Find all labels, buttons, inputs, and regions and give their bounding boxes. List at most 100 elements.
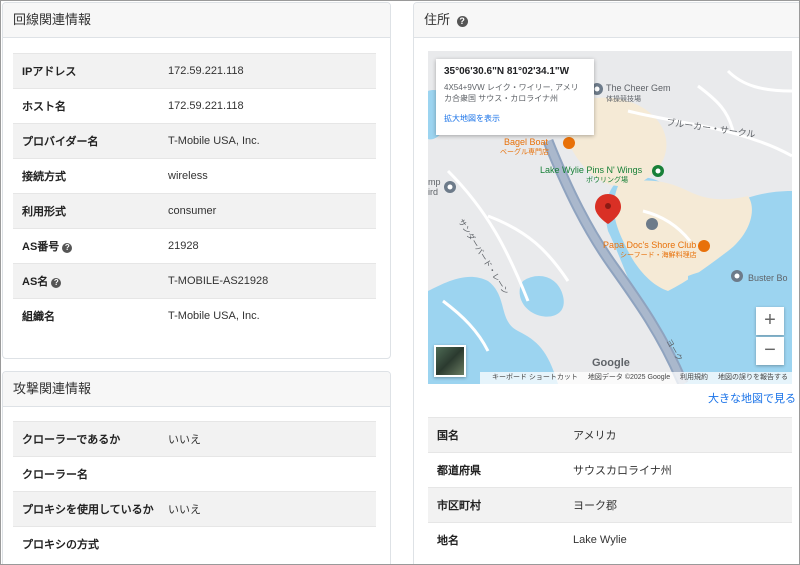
row-value: 172.59.221.118 <box>168 88 376 124</box>
row-value: いいえ <box>168 421 376 457</box>
table-row: IPアドレス 172.59.221.118 <box>13 53 376 89</box>
address-header: 住所 ? <box>414 3 799 38</box>
map-label-cheer-gem: The Cheer Gem <box>606 83 671 93</box>
row-value: ヨーク郡 <box>573 487 792 523</box>
row-label: 地名 <box>428 522 573 558</box>
row-label-text: IPアドレス <box>22 66 77 78</box>
poi-bagel-boat[interactable] <box>563 137 575 149</box>
table-row: プロキシの方式 <box>13 526 376 562</box>
row-label: 都道府県 <box>428 452 573 488</box>
map-data-text: 地図データ ©2025 Google <box>587 374 671 381</box>
row-label: 接続方式 <box>13 158 168 194</box>
address-table: 国名 アメリカ都道府県 サウスカロライナ州市区町村 ヨーク郡 地名 Lake Wylie <box>428 417 792 558</box>
satellite-toggle[interactable] <box>434 345 466 377</box>
row-value <box>168 526 376 562</box>
row-label: クローラー名 <box>13 456 168 492</box>
map-label-bagel-boat: Bagel Boat <box>504 137 549 147</box>
map[interactable]: The Cheer Gem 体操競技場 Bagel Boat ベーグル専門店 L… <box>428 51 792 384</box>
row-label: IPアドレス <box>13 53 168 89</box>
row-value: サウスカロライナ州 <box>573 452 792 488</box>
row-label-text: プロバイダー名 <box>22 136 99 148</box>
row-label: AS番号? <box>13 228 168 264</box>
row-label-text: 利用形式 <box>22 206 66 218</box>
table-row: クローラーであるか いいえ <box>13 421 376 457</box>
report-error-link[interactable]: 地図の誤りを報告する <box>718 374 788 381</box>
row-label-text: AS番号 <box>22 241 60 253</box>
row-value: T-Mobile USA, Inc. <box>168 123 376 159</box>
row-value: 21928 <box>168 228 376 264</box>
row-label: プロバイダー名 <box>13 123 168 159</box>
row-label-text: 接続方式 <box>22 171 66 183</box>
row-label-text: ホスト名 <box>22 101 66 113</box>
row-value: いいえ <box>168 491 376 527</box>
row-label: 国名 <box>428 417 573 453</box>
line-info-table: IPアドレス 172.59.221.118 ホスト名 172.59.221.118 プロ… <box>13 53 376 334</box>
zoom-in-button[interactable]: + <box>756 307 784 335</box>
help-icon[interactable]: ? <box>62 243 73 253</box>
table-row: 組織名 T-Mobile USA, Inc. <box>13 298 376 334</box>
zoom-out-button[interactable]: − <box>756 337 784 365</box>
help-icon[interactable]: ? <box>51 278 62 288</box>
table-row: 接続方式 wireless <box>13 158 376 194</box>
map-address: 4X54+9VW レイク・ワイリー, アメリカ合衆国 サウス・カロライナ州 <box>444 83 579 103</box>
row-label: プロキシを使用しているか <box>13 491 168 527</box>
address-title: 住所 <box>424 12 451 27</box>
row-value: T-MOBILE-AS21928 <box>168 263 376 299</box>
table-row: 地名 Lake Wylie <box>428 522 792 558</box>
row-label-text: クローラーであるか <box>22 434 121 446</box>
attack-info-table: クローラーであるか いいえ クローラー名 プロキシを使用しているか いいえ プロキシの方式 <box>13 421 376 562</box>
row-label-text: プロキシを使用しているか <box>22 504 154 516</box>
svg-text:ボウリング場: ボウリング場 <box>586 175 628 184</box>
attack-info-header: 攻撃関連情報 <box>3 372 390 407</box>
line-info-header: 回線関連情報 <box>3 3 390 38</box>
map-coords: 35°06'30.6"N 81°02'34.1"W <box>444 66 570 77</box>
table-row: 国名 アメリカ <box>428 417 792 453</box>
bigger-map-link[interactable]: 大きな地図で見る <box>708 390 796 406</box>
terms-link[interactable]: 利用規約 <box>680 374 708 381</box>
table-row: AS名? T-MOBILE-AS21928 <box>13 263 376 299</box>
view-larger-map-link[interactable]: 拡大地図を表示 <box>444 113 586 124</box>
row-value <box>168 456 376 492</box>
map-info-card: 35°06'30.6"N 81°02'34.1"W 4X54+9VW レイク・ワ… <box>436 59 594 135</box>
table-row: 市区町村 ヨーク郡 <box>428 487 792 523</box>
map-attribution: キーボード ショートカット 地図データ ©2025 Google 利用規約 地図… <box>479 372 792 384</box>
poi-papa-docs[interactable] <box>698 240 710 252</box>
row-value: consumer <box>168 193 376 229</box>
svg-text:mp: mp <box>428 177 441 187</box>
svg-text:Buster Bo: Buster Bo <box>748 273 788 283</box>
row-label-text: 市区町村 <box>437 500 481 512</box>
page: 回線関連情報 IPアドレス 172.59.221.118 ホスト名 172.59.22… <box>0 0 800 565</box>
row-label-text: プロキシの方式 <box>22 539 99 552</box>
row-value: T-Mobile USA, Inc. <box>168 298 376 334</box>
map-label-papa-docs: Papa Doc's Shore Club <box>603 240 696 250</box>
line-info-panel: 回線関連情報 IPアドレス 172.59.221.118 ホスト名 172.59.22… <box>2 2 391 359</box>
row-label-text: 組織名 <box>22 311 55 324</box>
row-value: wireless <box>168 158 376 194</box>
svg-text:ird: ird <box>428 187 438 197</box>
row-label: AS名? <box>13 263 168 299</box>
row-label-text: クローラー名 <box>22 469 88 481</box>
row-label: 組織名 <box>13 298 168 334</box>
row-value: 172.59.221.118 <box>168 53 376 89</box>
svg-text:ベーグル専門店: ベーグル専門店 <box>500 147 549 156</box>
row-value: アメリカ <box>573 417 792 453</box>
table-row: 都道府県 サウスカロライナ州 <box>428 452 792 488</box>
svg-text:体操競技場: 体操競技場 <box>606 94 641 103</box>
table-row: プロキシを使用しているか いいえ <box>13 491 376 527</box>
map-label-pins-wings: Lake Wylie Pins N' Wings <box>540 165 643 175</box>
row-label: 利用形式 <box>13 193 168 229</box>
table-row: 利用形式 consumer <box>13 193 376 229</box>
row-label-text: 国名 <box>437 430 459 442</box>
table-row: クローラー名 <box>13 456 376 492</box>
table-row: ホスト名 172.59.221.118 <box>13 88 376 124</box>
table-row: AS番号? 21928 <box>13 228 376 264</box>
row-label: クローラーであるか <box>13 421 168 457</box>
row-label-text: AS名 <box>22 276 49 288</box>
keyboard-shortcuts-link[interactable]: キーボード ショートカット <box>492 374 578 381</box>
attack-info-panel: 攻撃関連情報 クローラーであるか いいえ クローラー名 プロキシを使用しているか いいえ… <box>2 371 391 564</box>
help-icon[interactable]: ? <box>456 16 468 27</box>
row-label: プロキシの方式 <box>13 526 168 562</box>
row-label-text: 地名 <box>437 535 459 548</box>
google-logo: Google <box>592 357 630 369</box>
row-label-text: 都道府県 <box>437 465 481 477</box>
